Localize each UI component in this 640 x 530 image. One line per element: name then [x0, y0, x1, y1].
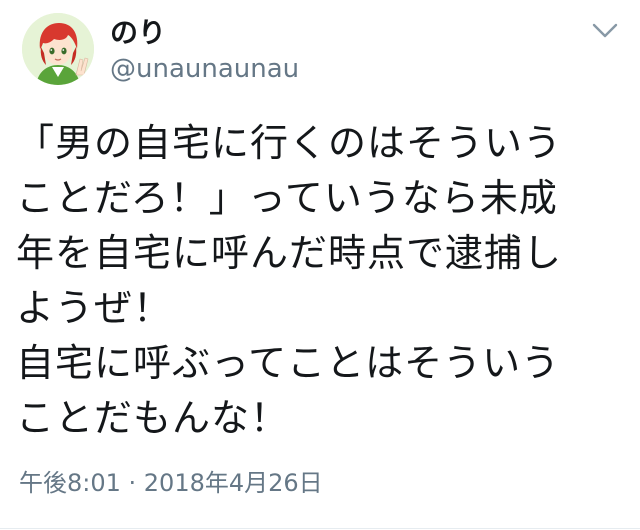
anime-avatar-icon	[22, 13, 94, 85]
tweet-text-line: ことだろ！」っていうなら未成	[16, 176, 558, 220]
tweet-timestamp[interactable]: 午後8:01 · 2018年4月26日	[19, 468, 323, 498]
author-avatar[interactable]	[22, 13, 94, 85]
author-display-name[interactable]: のり	[110, 16, 166, 50]
chevron-down-icon	[592, 23, 618, 38]
tweet-card: のり @unaunaunau 「男の自宅に行くのはそういう ことだろ！」っていう…	[0, 0, 640, 530]
tweet-text: 「男の自宅に行くのはそういう ことだろ！」っていうなら未成 年を自宅に呼んだ時点…	[16, 116, 626, 446]
tweet-text-line: ことだもんな！	[16, 396, 290, 440]
divider	[0, 528, 640, 529]
tweet-menu-button[interactable]	[588, 16, 622, 46]
tweet-text-line: 「男の自宅に行くのはそういう	[16, 121, 563, 165]
tweet-text-line: 年を自宅に呼んだ時点で逮捕し	[16, 231, 563, 275]
tweet-text-line: ようぜ！	[16, 286, 173, 330]
author-handle[interactable]: @unaunaunau	[110, 53, 299, 85]
tweet-text-line: 自宅に呼ぶってことはそういう	[16, 341, 561, 385]
